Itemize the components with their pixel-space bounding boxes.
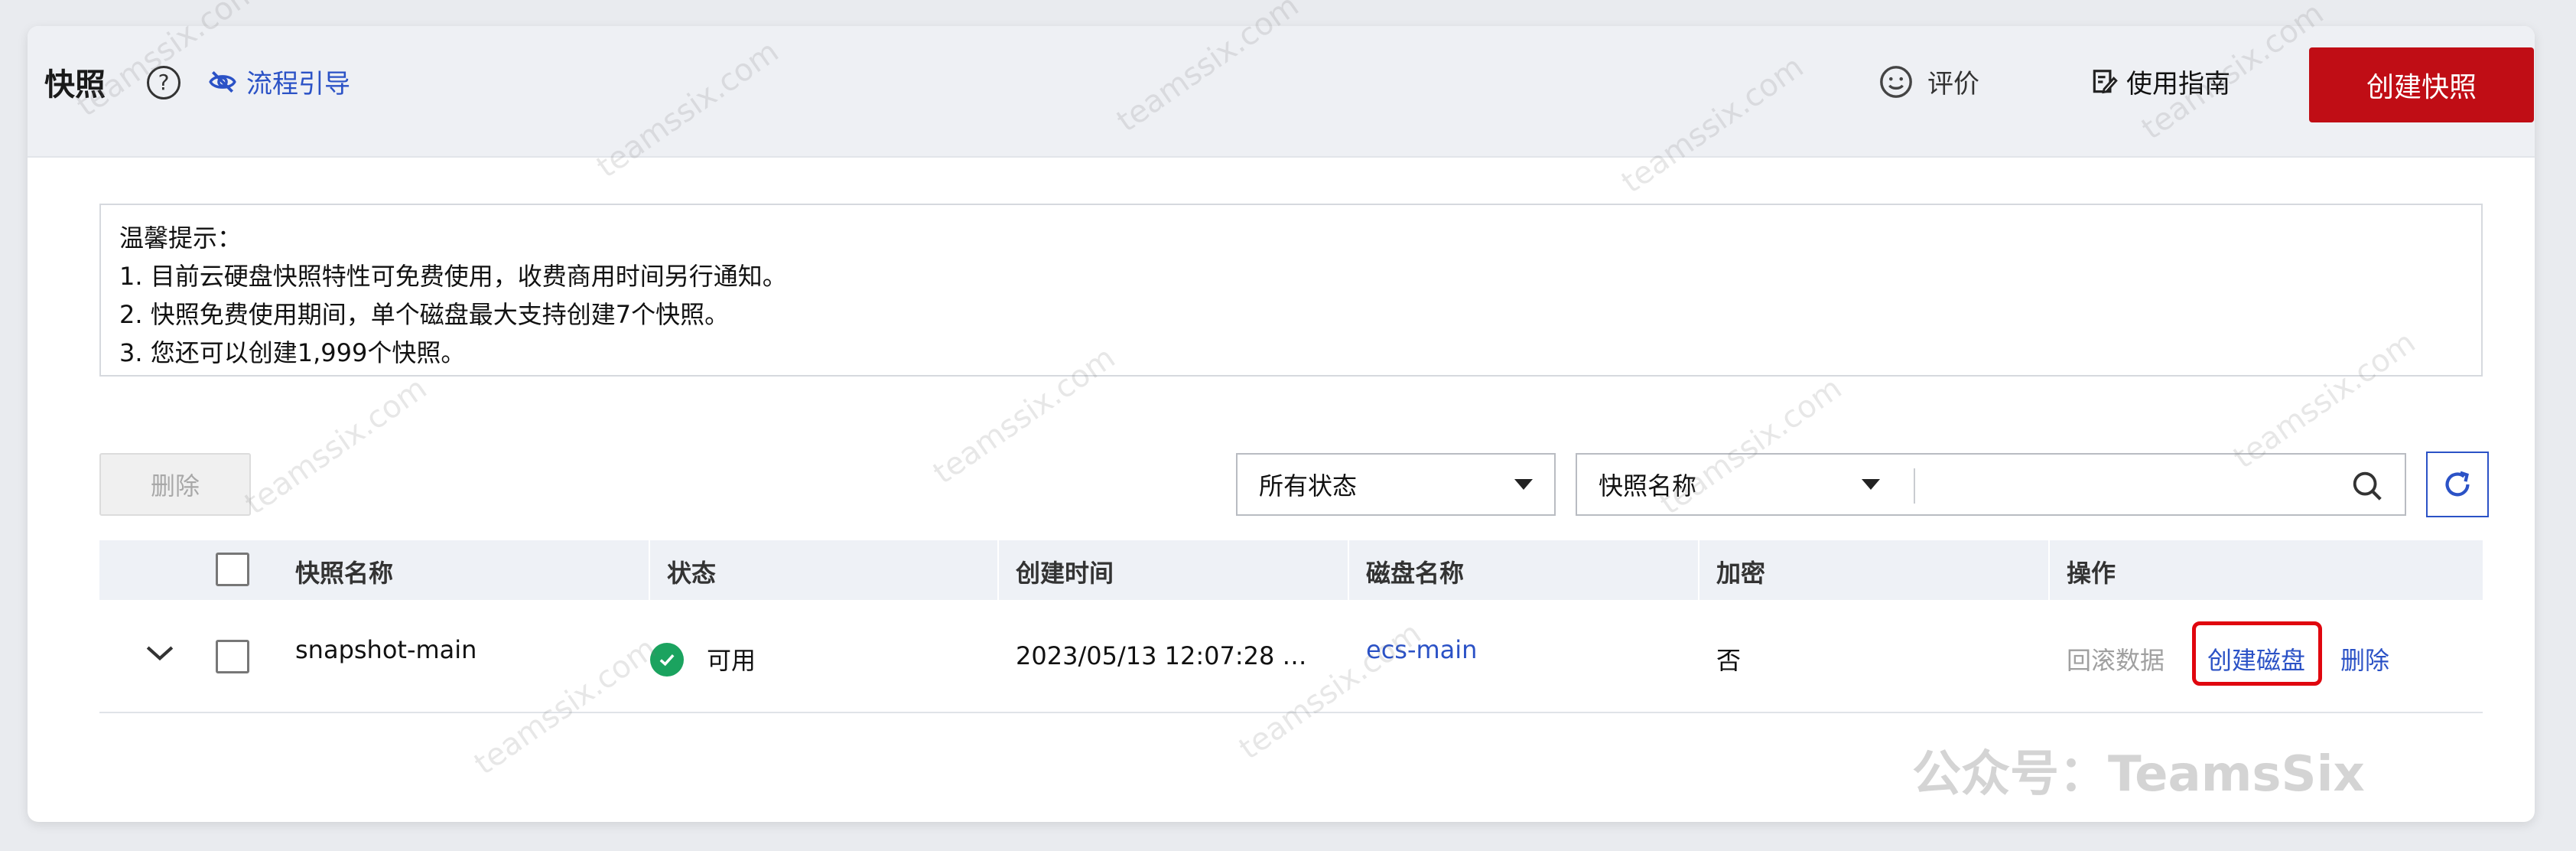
created-time: 2023/05/13 12:07:28 … [1016,641,1307,670]
column-divider [1698,540,1699,600]
column-header-name: 快照名称 [295,559,394,588]
column-header-encrypted: 加密 [1716,559,1766,588]
column-divider [649,540,650,600]
eye-slash-icon [209,70,236,93]
disk-name-link[interactable]: ecs-main [1366,635,1477,664]
delete-action[interactable]: 删除 [2340,641,2389,677]
column-divider [997,540,999,600]
search-divider [1914,468,1915,504]
snapshot-page: 快照 ? 流程引导 评价 使用指南 创建快照 温馨提示： 1. 目前云硬盘快照特… [28,26,2535,822]
refresh-button[interactable] [2426,452,2489,517]
column-header-disk: 磁盘名称 [1366,559,1465,588]
table-header: 快照名称 状态 创建时间 磁盘名称 加密 操作 [99,540,2483,602]
column-header-status: 状态 [667,559,717,588]
rate-button[interactable]: 评价 [1878,63,1979,100]
column-header-actions: 操作 [2067,559,2116,588]
select-all-checkbox[interactable] [216,553,249,586]
search-input[interactable] [1914,453,2406,516]
row-checkbox[interactable] [216,640,249,673]
tips-line: 3. 您还可以创建1,999个快照。 [119,338,466,367]
tips-line: 1. 目前云硬盘快照特性可免费使用，收费商用时间另行通知。 [119,262,787,291]
available-status-icon [650,643,684,677]
column-divider [2048,540,2050,600]
table-row: snapshot-main 可用 2023/05/13 12:07:28 … e… [99,600,2483,713]
rollback-data-action: 回滚数据 [2067,646,2165,675]
rate-label: 评价 [1927,69,1979,99]
caret-down-icon [1862,479,1880,490]
delete-button[interactable]: 删除 [99,453,251,516]
status-filter-select[interactable]: 所有状态 [1236,453,1556,516]
guide-label: 流程引导 [246,69,350,99]
page-header: 快照 ? 流程引导 评价 使用指南 创建快照 [28,26,2535,158]
encrypted-value: 否 [1716,646,1742,675]
tips-heading: 温馨提示： [119,223,242,253]
field-filter-value: 快照名称 [1599,471,1697,500]
manual-link[interactable]: 使用指南 [2090,63,2230,100]
column-divider [1348,540,1349,600]
guide-link[interactable]: 流程引导 [208,63,350,100]
status-filter-value: 所有状态 [1259,471,1358,500]
search-icon[interactable] [2350,468,2385,504]
smile-icon [1880,65,1912,98]
help-icon[interactable]: ? [147,66,181,99]
column-header-created: 创建时间 [1016,559,1114,588]
edit-doc-icon [2093,69,2118,93]
create-snapshot-button[interactable]: 创建快照 [2309,47,2534,122]
tips-line: 2. 快照免费使用期间，单个磁盘最大支持创建7个快照。 [119,300,730,329]
status-label: 可用 [707,646,756,675]
snapshot-name: snapshot-main [295,635,477,664]
highlight-box [2192,621,2322,686]
refresh-icon [2445,471,2470,497]
page-title: 快照 [44,67,106,103]
manual-label: 使用指南 [2126,69,2230,99]
tips-box: 温馨提示： 1. 目前云硬盘快照特性可免费使用，收费商用时间另行通知。 2. 快… [99,204,2483,377]
caret-down-icon [1514,479,1533,490]
field-filter-select[interactable]: 快照名称 [1576,453,1915,516]
chevron-down-icon[interactable] [145,644,174,663]
